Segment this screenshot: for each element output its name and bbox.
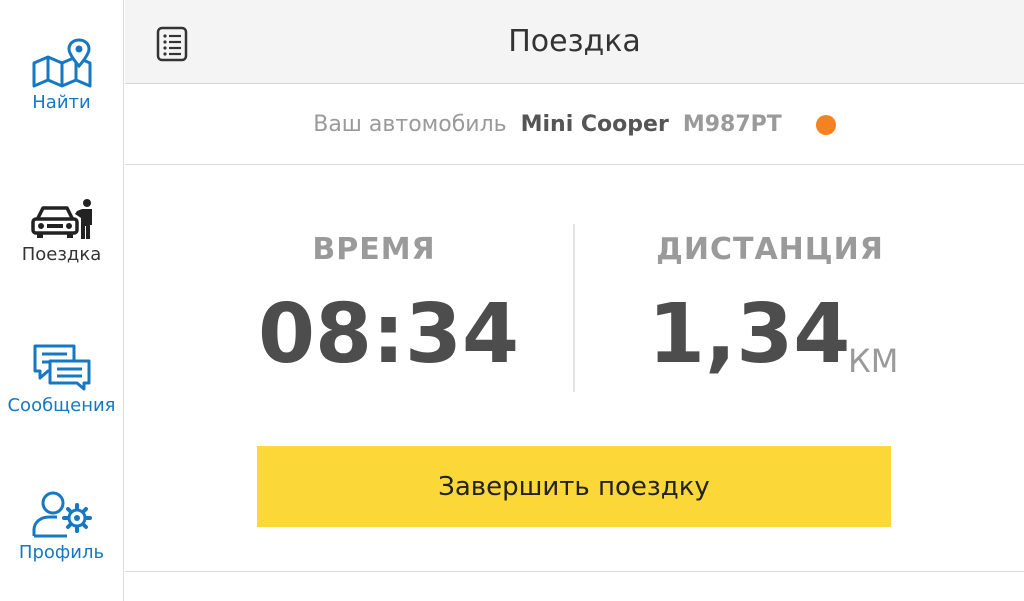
- sidebar-item-messages[interactable]: Сообщения: [0, 343, 123, 416]
- distance-unit: КМ: [848, 342, 899, 380]
- sidebar-item-find[interactable]: Найти: [0, 38, 123, 113]
- page-title: Поездка: [508, 24, 641, 59]
- sidebar-item-label: Профиль: [18, 542, 105, 563]
- time-label: ВРЕМЯ: [312, 232, 436, 267]
- profile-settings-icon: [32, 491, 92, 538]
- bottom-divider: [125, 571, 1024, 572]
- sidebar-item-label: Сообщения: [7, 395, 116, 416]
- sidebar-item-trip[interactable]: Поездка: [0, 198, 123, 265]
- stats-divider: [573, 224, 575, 392]
- finish-trip-button[interactable]: Завершить поездку: [257, 446, 891, 527]
- car-model: Mini Cooper: [520, 112, 669, 137]
- distance-label: ДИСТАНЦИЯ: [656, 232, 884, 267]
- sidebar-item-label: Поездка: [21, 244, 102, 265]
- sidebar-item-profile[interactable]: Профиль: [0, 490, 123, 563]
- distance-value: 1,34: [648, 287, 851, 382]
- map-pin-icon: [32, 38, 91, 88]
- sidebar-item-label: Найти: [32, 92, 91, 113]
- car-prefix-label: Ваш автомобиль: [313, 112, 507, 137]
- car-driver-icon: [30, 199, 92, 239]
- chat-bubbles-icon: [33, 344, 90, 391]
- car-plate: M987PT: [682, 112, 782, 137]
- car-info-bar: Ваш автомобиль Mini Cooper M987PT: [125, 85, 1024, 165]
- time-value: 08:34: [258, 287, 520, 382]
- car-status-dot: [815, 114, 836, 135]
- sidebar: Найти Поездка Сообщения Профиль: [0, 0, 124, 601]
- header: Поездка: [125, 0, 1024, 84]
